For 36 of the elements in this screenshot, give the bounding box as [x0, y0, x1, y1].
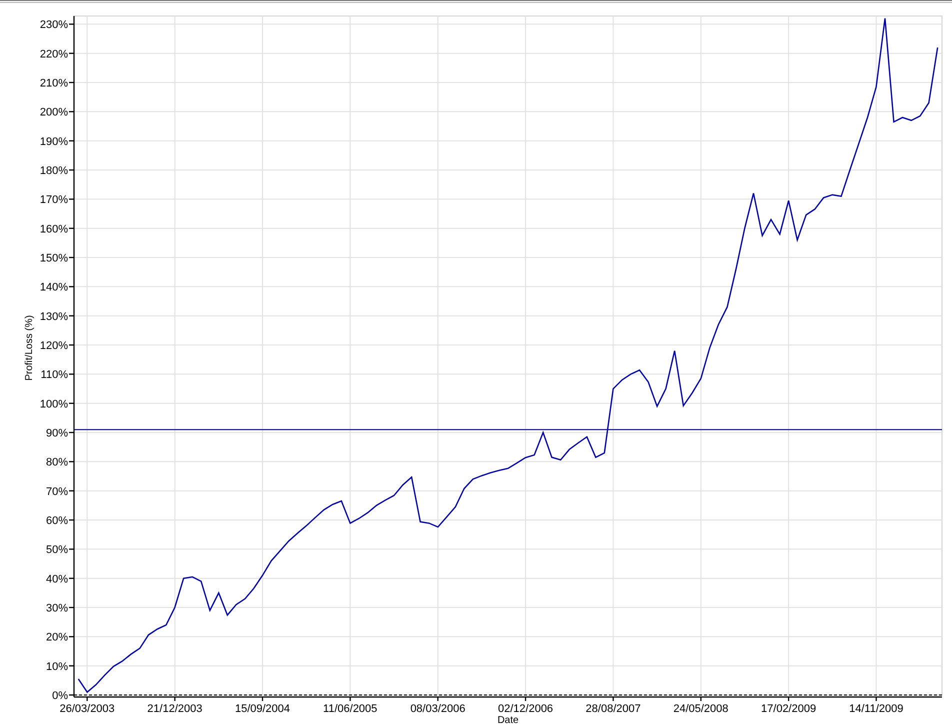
- x-tick-label: 02/12/2006: [498, 703, 554, 715]
- y-tick-label: 20%: [46, 632, 68, 644]
- x-tick-label: 28/08/2007: [586, 703, 641, 715]
- y-tick-label: 230%: [40, 19, 68, 32]
- x-tick-label: 24/05/2008: [673, 703, 728, 715]
- x-tick-label: 21/12/2003: [147, 703, 202, 715]
- y-tick-label: 10%: [46, 660, 68, 673]
- y-tick-label: 170%: [40, 194, 68, 206]
- y-tick-label: 150%: [40, 252, 68, 264]
- y-tick-label: 160%: [40, 223, 68, 236]
- x-tick-label: 08/03/2006: [410, 703, 466, 715]
- y-tick-label: 200%: [40, 106, 68, 119]
- x-tick-label: 15/09/2004: [234, 703, 290, 715]
- x-tick-label: 14/11/2009: [849, 703, 904, 715]
- y-tick-label: 130%: [40, 310, 68, 323]
- y-tick-label: 220%: [40, 48, 68, 60]
- x-tick-label: 11/06/2005: [323, 703, 378, 715]
- y-tick-label: 50%: [46, 544, 68, 556]
- x-tick-label: 17/02/2009: [761, 703, 816, 715]
- y-tick-label: 180%: [40, 165, 68, 177]
- y-tick-label: 110%: [40, 369, 68, 382]
- y-tick-label: 100%: [40, 398, 68, 410]
- x-axis-title: Date: [497, 715, 519, 725]
- y-tick-label: 70%: [46, 486, 68, 498]
- y-tick-label: 120%: [40, 340, 68, 352]
- y-tick-label: 60%: [46, 515, 68, 527]
- y-axis-title: Profit/Loss (%): [24, 315, 35, 381]
- y-tick-label: 40%: [46, 573, 68, 586]
- y-tick-label: 80%: [46, 456, 68, 469]
- y-tick-label: 0%: [52, 690, 68, 702]
- y-tick-label: 90%: [46, 428, 68, 440]
- y-tick-label: 30%: [46, 602, 68, 614]
- y-tick-label: 190%: [40, 136, 68, 148]
- y-tick-label: 210%: [40, 78, 68, 90]
- y-tick-label: 140%: [40, 282, 68, 294]
- x-tick-label: 26/03/2003: [60, 703, 115, 715]
